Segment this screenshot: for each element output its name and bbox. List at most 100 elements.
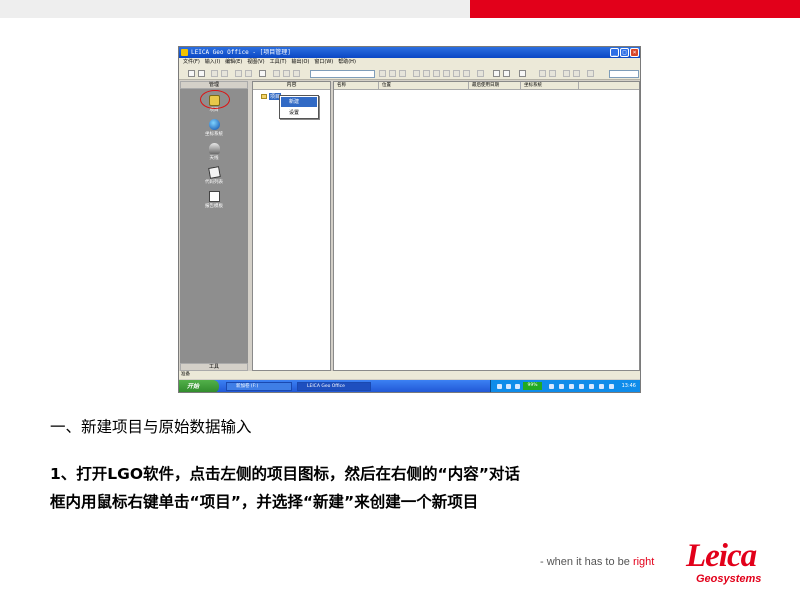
logo-wordmark: Leica <box>686 538 757 574</box>
content-tree-pane: 内容 项目 <box>252 81 331 371</box>
nav-item-code-list[interactable]: 代码列表 <box>180 166 248 185</box>
tool-icon[interactable] <box>539 70 546 77</box>
context-menu-settings[interactable]: 设置 <box>281 108 317 118</box>
tool-icon[interactable] <box>493 70 500 77</box>
menu-tools[interactable]: 工具(T) <box>270 58 287 67</box>
folder-icon <box>261 94 267 99</box>
tray-icon[interactable] <box>506 384 511 389</box>
top-gray-bar <box>0 0 470 18</box>
tool-icon[interactable] <box>453 70 460 77</box>
code-list-icon <box>207 166 221 179</box>
taskbar: 开始 新加卷 (F:) LEICA Geo Office 99% 13:46 <box>179 380 640 392</box>
column-filler <box>579 82 639 89</box>
new-icon[interactable] <box>188 70 195 77</box>
tree-header: 内容 <box>253 82 330 90</box>
menu-bar: 文件(F) 输入(I) 编辑(E) 视图(V) 工具(T) 输出(O) 窗口(W… <box>179 58 640 67</box>
antenna-icon <box>208 143 220 154</box>
globe-icon <box>208 119 220 130</box>
window-title: LEICA Geo Office - [项目管理] <box>191 49 291 56</box>
menu-file[interactable]: 文件(F) <box>183 58 200 67</box>
pane-footer-tools[interactable]: 工具 <box>180 363 248 371</box>
column-name[interactable]: 名称 <box>334 82 379 89</box>
tool-icon[interactable] <box>423 70 430 77</box>
column-last-used[interactable]: 最后使用日期 <box>469 82 521 89</box>
nav-item-report-template[interactable]: 报告模板 <box>180 191 248 209</box>
taskbar-clock: 13:46 <box>621 383 636 389</box>
menu-import[interactable]: 输入(I) <box>205 58 220 67</box>
logo-subtitle: Geosystems <box>696 573 762 585</box>
nav-item-coordinate-system[interactable]: 坐标系统 <box>180 119 248 137</box>
taskbar-item-lgo[interactable]: LEICA Geo Office <box>297 382 371 391</box>
menu-edit[interactable]: 编辑(E) <box>225 58 242 67</box>
toolbar-combo-right[interactable] <box>609 70 639 78</box>
open-icon[interactable] <box>198 70 205 77</box>
menu-help[interactable]: 帮助(H) <box>338 58 356 67</box>
highlight-circle <box>200 90 230 109</box>
toolbar-combo[interactable] <box>310 70 375 78</box>
close-button[interactable]: × <box>630 48 639 57</box>
pane-header: 管理 <box>180 81 248 89</box>
section-heading: 一、新建项目与原始数据输入 <box>50 418 252 436</box>
tray-icon[interactable] <box>569 384 574 389</box>
tagline-emphasis: right <box>632 556 655 568</box>
toolbar <box>179 67 640 80</box>
tray-battery-indicator[interactable]: 99% <box>523 382 542 390</box>
print-preview-icon[interactable] <box>221 70 228 77</box>
minimize-button[interactable]: _ <box>610 48 619 57</box>
zoom-out-icon[interactable] <box>283 70 290 77</box>
start-button[interactable]: 开始 <box>179 380 219 392</box>
window-titlebar: LEICA Geo Office - [项目管理] _ □ × <box>179 47 640 58</box>
tray-icon[interactable] <box>515 384 520 389</box>
tagline: - when it has to be right <box>540 556 654 568</box>
cut-icon[interactable] <box>235 70 242 77</box>
menu-export[interactable]: 输出(O) <box>292 58 310 67</box>
zoom-in-icon[interactable] <box>273 70 280 77</box>
nav-item-antenna[interactable]: 天线 <box>180 143 248 161</box>
tray-icon[interactable] <box>609 384 614 389</box>
column-coordinate-system[interactable]: 坐标系统 <box>521 82 579 89</box>
tool-icon[interactable] <box>587 70 594 77</box>
menu-view[interactable]: 视图(V) <box>247 58 264 67</box>
app-window-screenshot: LEICA Geo Office - [项目管理] _ □ × 文件(F) 输入… <box>178 46 641 393</box>
tray-icon[interactable] <box>589 384 594 389</box>
instruction-line: 框内用鼠标右键单击“项目”，并选择“新建”来创建一个新项目 <box>50 493 479 511</box>
tool-icon[interactable] <box>573 70 580 77</box>
copy-icon[interactable] <box>245 70 252 77</box>
tool-icon[interactable] <box>563 70 570 77</box>
tool-icon[interactable] <box>389 70 396 77</box>
tray-icon[interactable] <box>549 384 554 389</box>
instruction-line: 1、打开LGO软件，点击左侧的项目图标，然后在右侧的“内容”对话 <box>50 465 520 483</box>
status-bar: 准备 <box>179 371 640 379</box>
tray-icon[interactable] <box>579 384 584 389</box>
taskbar-item-drive[interactable]: 新加卷 (F:) <box>226 382 292 391</box>
tool-icon[interactable] <box>399 70 406 77</box>
tool-icon[interactable] <box>503 70 510 77</box>
menu-window[interactable]: 窗口(W) <box>314 58 333 67</box>
tray-icon[interactable] <box>599 384 604 389</box>
project-manager-pane: 管理 项目 坐标系统 天线 代码列表 报告模板 工具 <box>180 81 248 371</box>
tree-item-project[interactable]: 项目 <box>261 93 282 100</box>
tagline-text: - when it has to be <box>540 556 633 568</box>
context-menu-new[interactable]: 新建 <box>281 97 317 107</box>
print-icon[interactable] <box>211 70 218 77</box>
project-list: 名称 位置 最后使用日期 坐标系统 <box>333 81 640 371</box>
tray-icon[interactable] <box>559 384 564 389</box>
top-red-bar <box>470 0 800 18</box>
column-location[interactable]: 位置 <box>379 82 469 89</box>
zoom-fit-icon[interactable] <box>293 70 300 77</box>
import-icon[interactable] <box>259 70 266 77</box>
tool-icon[interactable] <box>433 70 440 77</box>
tool-icon[interactable] <box>477 70 484 77</box>
report-template-icon <box>208 191 220 202</box>
tool-icon[interactable] <box>463 70 470 77</box>
leica-logo: Leica Geosystems <box>686 540 786 590</box>
maximize-button[interactable]: □ <box>620 48 629 57</box>
tray-icon[interactable] <box>497 384 502 389</box>
tool-icon[interactable] <box>549 70 556 77</box>
tool-icon[interactable] <box>379 70 386 77</box>
tool-icon[interactable] <box>443 70 450 77</box>
help-icon[interactable] <box>519 70 526 77</box>
app-icon <box>181 49 188 56</box>
list-header: 名称 位置 最后使用日期 坐标系统 <box>334 82 639 90</box>
tool-icon[interactable] <box>413 70 420 77</box>
